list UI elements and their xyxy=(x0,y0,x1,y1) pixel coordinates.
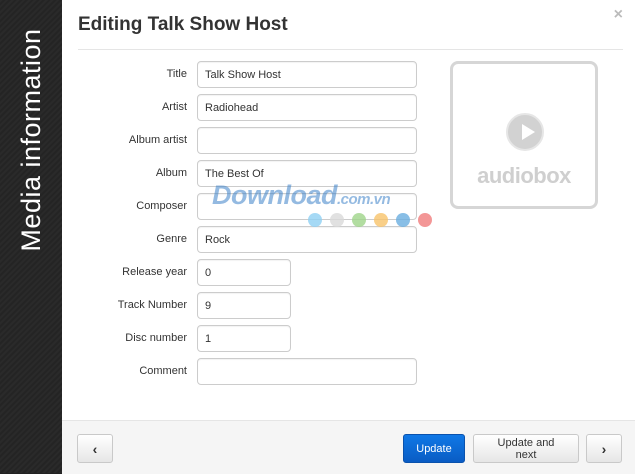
audiobox-logo: audiobox xyxy=(477,163,571,188)
dialog-header: Editing Talk Show Host × xyxy=(78,0,623,50)
field-row-disc-number: Disc number xyxy=(62,325,462,352)
title-label: Title xyxy=(166,68,187,80)
update-and-next-button[interactable]: Update and next xyxy=(473,434,579,463)
chevron-left-icon: ‹ xyxy=(92,440,98,457)
edit-dialog: Editing Talk Show Host × Title Artist Albu… xyxy=(62,0,635,474)
field-row-release-year: Release year xyxy=(62,259,462,286)
field-row-artist: Artist xyxy=(62,94,462,121)
field-row-composer: Composer xyxy=(62,193,462,220)
next-button[interactable]: › xyxy=(586,434,622,463)
album-input[interactable] xyxy=(197,160,417,187)
field-row-album: Album xyxy=(62,160,462,187)
chevron-right-icon: › xyxy=(601,440,607,457)
media-info-app: Media information Editing Talk Show Host… xyxy=(0,0,635,474)
field-row-genre: Genre xyxy=(62,226,462,253)
close-icon[interactable]: × xyxy=(614,6,623,24)
album-artist-label: Album artist xyxy=(128,134,187,146)
field-row-title: Title xyxy=(62,61,462,88)
composer-input[interactable] xyxy=(197,193,417,220)
composer-label: Composer xyxy=(136,200,187,212)
update-button[interactable]: Update xyxy=(403,434,465,463)
comment-input[interactable] xyxy=(197,358,417,385)
artist-label: Artist xyxy=(161,101,187,113)
field-row-track-number: Track Number xyxy=(62,292,462,319)
comment-label: Comment xyxy=(139,365,187,377)
previous-button[interactable]: ‹ xyxy=(77,434,113,463)
track-number-label: Track Number xyxy=(117,299,187,311)
field-row-album-artist: Album artist xyxy=(62,127,462,154)
disc-number-label: Disc number xyxy=(125,332,187,344)
sidebar-title: Media information xyxy=(16,28,46,252)
dialog-title: Editing Talk Show Host xyxy=(78,14,288,35)
album-cover: audiobox xyxy=(450,61,598,209)
album-label: Album xyxy=(155,167,187,179)
album-artist-input[interactable] xyxy=(197,127,417,154)
release-year-label: Release year xyxy=(122,266,187,278)
field-row-comment: Comment xyxy=(62,358,462,385)
title-input[interactable] xyxy=(197,61,417,88)
artist-input[interactable] xyxy=(197,94,417,121)
dialog-footer: ‹ Update Update and next › xyxy=(62,420,635,474)
genre-input[interactable] xyxy=(197,226,417,253)
track-number-input[interactable] xyxy=(197,292,291,319)
release-year-input[interactable] xyxy=(197,259,291,286)
genre-label: Genre xyxy=(156,233,187,245)
disc-number-input[interactable] xyxy=(197,325,291,352)
sidebar: Media information xyxy=(0,0,62,473)
play-icon xyxy=(506,113,544,151)
